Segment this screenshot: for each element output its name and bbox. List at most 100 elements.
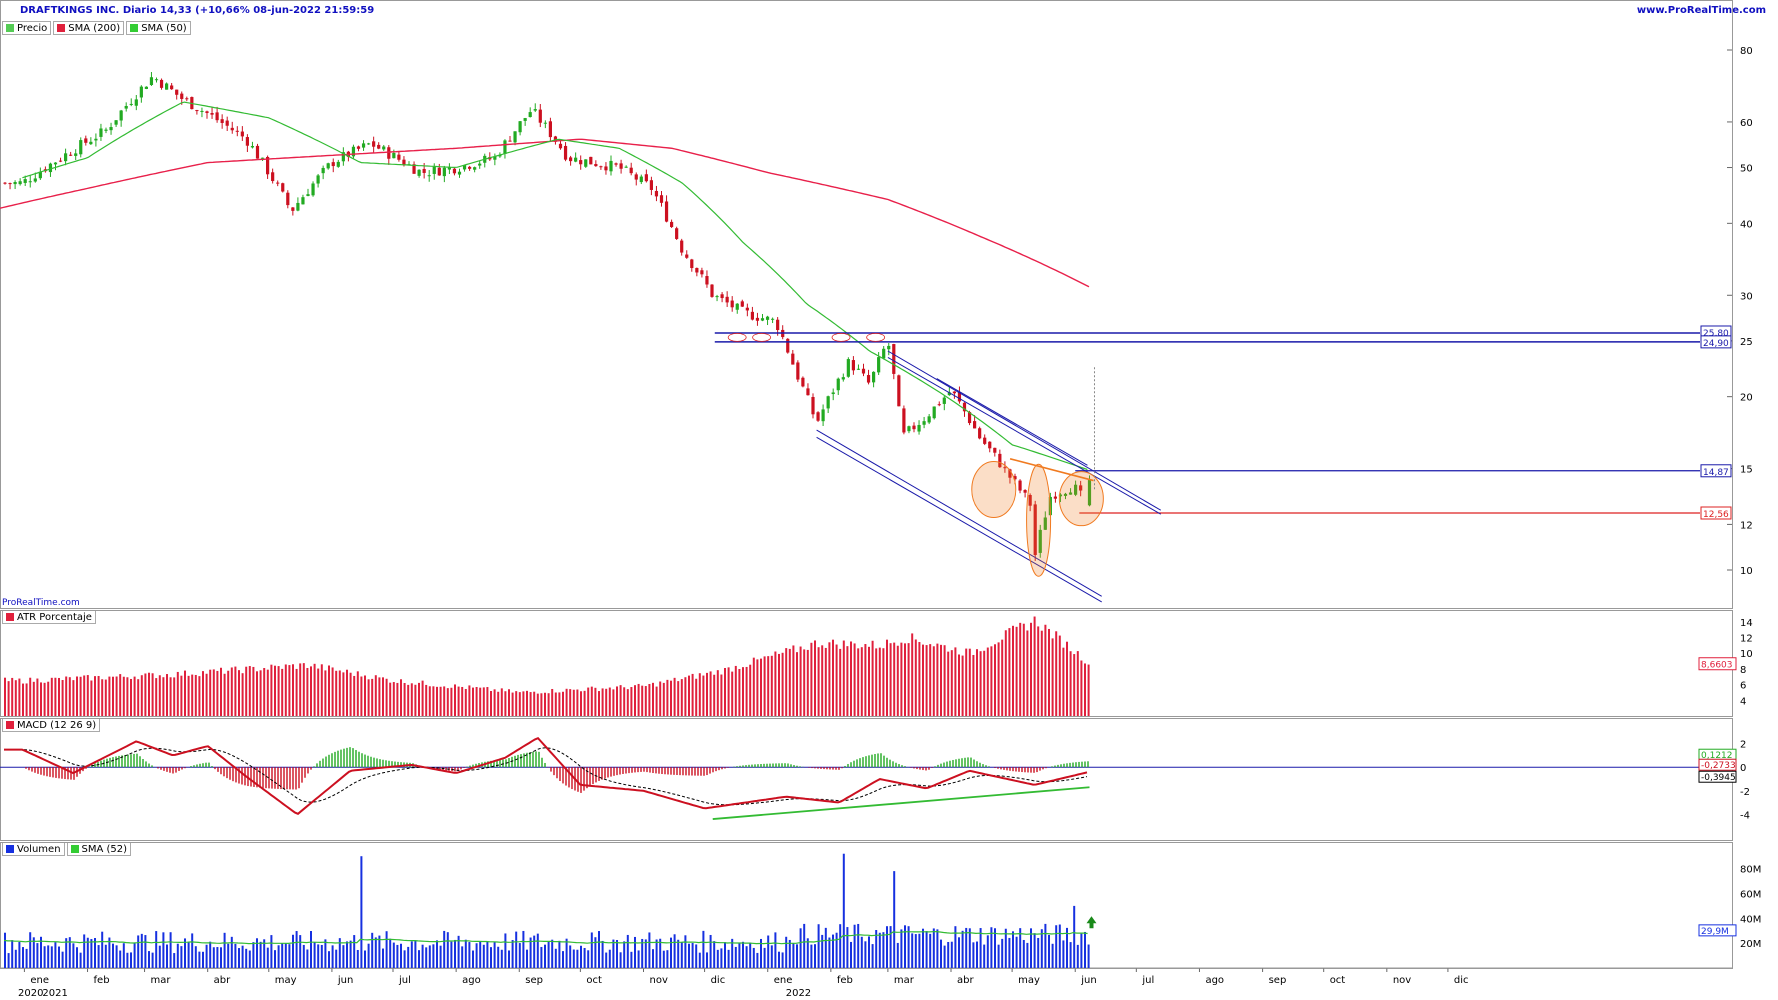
- candle-body: [619, 163, 623, 169]
- macd-hist-bar: [46, 767, 48, 777]
- candle-body: [144, 86, 148, 89]
- volume-bar: [590, 932, 593, 968]
- macd-hist-bar: [865, 756, 867, 768]
- x-tick-label: ene: [30, 975, 49, 986]
- macd-hist-bar: [751, 764, 753, 768]
- volume-bar: [418, 950, 420, 968]
- macd-hist-bar: [277, 767, 279, 789]
- atr-bar: [508, 689, 510, 716]
- macd-hist-bar: [142, 758, 144, 768]
- volume-bar: [889, 926, 892, 968]
- macd-hist-bar: [136, 753, 138, 768]
- candle-body: [417, 169, 421, 176]
- candle-body: [569, 157, 573, 162]
- volume-bar: [544, 944, 546, 968]
- touch-mark: [752, 332, 772, 342]
- macd-hist-bar: [631, 767, 633, 773]
- volume-bar: [25, 948, 28, 968]
- atr-bar: [745, 666, 748, 716]
- volume-bar: [724, 942, 726, 968]
- macd-hist-bar: [541, 757, 543, 768]
- candle-body: [503, 140, 507, 154]
- atr-bar: [817, 647, 820, 716]
- candle-body: [866, 375, 871, 383]
- atr-bar: [454, 684, 456, 716]
- macd-hist-bar: [625, 767, 627, 774]
- atr-bar: [1055, 631, 1058, 716]
- volume-bar: [536, 933, 539, 968]
- volume-bar: [835, 932, 838, 968]
- volume-bar: [572, 949, 575, 968]
- atr-bar: [767, 656, 770, 716]
- macd-hist-bar: [172, 767, 174, 774]
- atr-bar: [220, 667, 222, 716]
- atr-bar: [511, 692, 514, 716]
- volume-bar: [407, 946, 410, 968]
- candle-body: [134, 99, 138, 106]
- atr-bar: [536, 693, 539, 716]
- volume-bar: [1062, 940, 1065, 968]
- candle-body: [831, 392, 835, 395]
- x-tick-label: abr: [957, 975, 974, 986]
- channel-line: [936, 378, 1088, 466]
- volume-bar: [209, 941, 212, 968]
- volume-bar: [292, 934, 294, 968]
- macd-hist-bar: [1027, 767, 1029, 773]
- atr-bar: [392, 682, 395, 716]
- macd-hist-bar: [979, 762, 981, 768]
- atr-bar: [374, 675, 377, 716]
- macd-hist-bar: [157, 767, 159, 769]
- atr-bar: [684, 677, 687, 716]
- volume-bar: [853, 924, 856, 968]
- macd-hist-bar: [376, 758, 378, 768]
- volume-bar: [828, 937, 831, 968]
- atr-bar: [886, 639, 888, 716]
- candle-body: [185, 98, 189, 100]
- macd-hist-bar: [931, 767, 933, 768]
- volume-bar: [403, 950, 406, 968]
- volume-bar: [821, 934, 824, 968]
- macd-hist-bar: [886, 757, 888, 768]
- macd-hist-bar: [205, 762, 207, 768]
- atr-bar: [1051, 638, 1054, 716]
- atr-bar: [464, 688, 467, 716]
- atr-bar: [223, 673, 226, 716]
- macd-hist-bar: [814, 767, 816, 769]
- macd-hist-bar: [583, 767, 585, 791]
- candle-body: [821, 409, 825, 422]
- macd-hist-bar: [109, 757, 111, 768]
- atr-bar: [1084, 663, 1086, 716]
- atr-bar: [799, 646, 802, 716]
- candle-body: [771, 318, 775, 320]
- macd-hist-bar: [1081, 761, 1083, 768]
- atr-bar: [342, 672, 345, 716]
- volume-bar: [1058, 924, 1061, 968]
- macd-hist-bar: [964, 757, 966, 768]
- volume-bar: [288, 944, 291, 968]
- atr-bar: [47, 681, 50, 716]
- atr-bar: [1026, 630, 1029, 716]
- volume-bar: [317, 944, 320, 968]
- candle-body: [457, 171, 462, 175]
- atr-bar: [526, 690, 528, 716]
- macd-hist-bar: [589, 767, 591, 786]
- macd-hist-bar: [202, 763, 204, 768]
- macd-hist-bar: [193, 765, 195, 768]
- volume-bar: [576, 949, 579, 968]
- atr-bar: [202, 671, 204, 716]
- atr-bar: [86, 675, 89, 716]
- atr-bar: [673, 677, 676, 716]
- volume-bar: [662, 950, 665, 968]
- candle-body: [776, 319, 780, 331]
- candle-body: [786, 338, 790, 353]
- atr-bar: [356, 671, 359, 716]
- macd-hist-bar: [829, 767, 831, 770]
- macd-hist-bar: [850, 762, 852, 768]
- macd-hist-bar: [1030, 767, 1032, 773]
- volume-bar: [1051, 943, 1054, 968]
- atr-bar: [853, 643, 856, 716]
- candle-body: [220, 119, 224, 123]
- macd-hist-bar: [577, 767, 579, 792]
- volume-bar: [817, 924, 820, 968]
- macd-hist-bar: [382, 759, 384, 768]
